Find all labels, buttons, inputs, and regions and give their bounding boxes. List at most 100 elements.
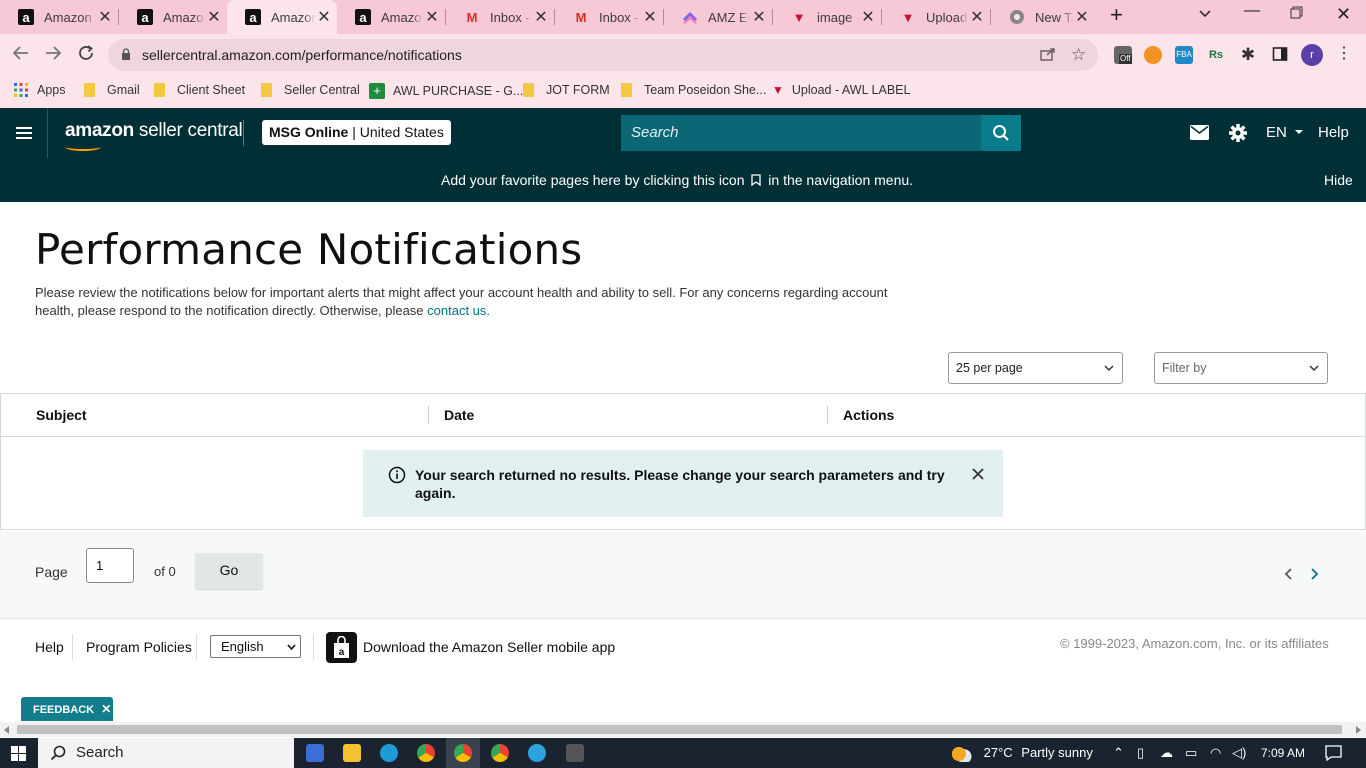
scroll-right-icon[interactable] — [1356, 726, 1362, 734]
program-policies-link[interactable]: Program Policies — [86, 639, 192, 655]
hamburger-menu-button[interactable] — [0, 108, 48, 158]
back-icon[interactable] — [12, 44, 30, 68]
tab-close-icon[interactable]: ✕ — [1073, 7, 1091, 27]
tab-search-chevron-icon[interactable] — [1198, 6, 1212, 25]
tab-close-icon[interactable]: ✕ — [968, 7, 986, 27]
footer-help-link[interactable]: Help — [35, 639, 64, 655]
chrome-profile-icon[interactable] — [454, 744, 472, 762]
bookmark-label: Upload - AWL LABEL — [791, 83, 911, 97]
bookmark-seller-central[interactable]: Seller Central — [261, 83, 360, 97]
bookmark-client-sheet[interactable]: Client Sheet — [154, 83, 245, 97]
close-window-icon[interactable]: ✕ — [1336, 4, 1351, 25]
horizontal-scrollbar[interactable] — [0, 722, 1366, 737]
onedrive-cloud-icon[interactable]: ☁ — [1160, 738, 1173, 768]
go-button[interactable]: Go — [195, 553, 263, 589]
task-view-icon[interactable] — [306, 744, 324, 762]
settings-gear-icon[interactable] — [1228, 108, 1248, 158]
browser-tab[interactable]: ▼ image - ✕ — [773, 0, 881, 34]
browser-tab[interactable]: a Amazon ✕ — [337, 0, 445, 34]
puzzle-extensions-icon[interactable]: ✱ — [1239, 46, 1257, 64]
battery-icon[interactable]: ▭ — [1185, 738, 1197, 768]
windows-start-icon[interactable] — [11, 746, 26, 761]
page-number-input[interactable]: 1 — [86, 548, 134, 583]
close-icon[interactable]: ✕ — [101, 702, 111, 716]
address-bar[interactable]: sellercentral.amazon.com/performance/not… — [108, 39, 1098, 71]
chrome-icon[interactable] — [417, 744, 435, 762]
tray-chevron-icon[interactable]: ⌃ — [1113, 738, 1124, 768]
browser-tab[interactable]: New Tab ✕ — [991, 0, 1095, 34]
side-panel-icon[interactable] — [1271, 46, 1289, 64]
chevron-down-icon — [287, 644, 296, 651]
bookmark-jot-form[interactable]: JOT FORM — [523, 83, 610, 97]
new-tab-icon[interactable]: + — [1110, 2, 1123, 28]
previous-page-icon[interactable] — [1284, 568, 1294, 580]
tab-close-icon[interactable]: ✕ — [315, 7, 333, 27]
profile-avatar[interactable]: r — [1301, 44, 1323, 66]
tab-close-icon[interactable]: ✕ — [205, 7, 223, 27]
extension-off-icon[interactable]: Off — [1114, 46, 1132, 64]
close-alert-icon[interactable] — [972, 468, 984, 480]
taskbar-search-box[interactable]: Search — [38, 738, 294, 768]
browser-tab[interactable]: a Amazon ✕ — [119, 0, 227, 34]
browser-tab[interactable]: ▼ Upload ✕ — [882, 0, 990, 34]
search-button[interactable] — [981, 115, 1021, 151]
hide-banner-button[interactable]: Hide — [1324, 172, 1353, 188]
forward-icon[interactable] — [44, 44, 62, 68]
browser-tab-active[interactable]: a Amazon ✕ — [227, 0, 337, 34]
chrome-menu-icon[interactable]: ⋮ — [1335, 46, 1353, 64]
lock-icon[interactable] — [121, 48, 131, 60]
calculator-icon[interactable] — [566, 744, 584, 762]
extension-rs-icon[interactable]: Rs — [1207, 46, 1225, 64]
chrome-profile-icon[interactable] — [491, 744, 509, 762]
per-page-select[interactable]: 25 per page — [948, 352, 1123, 384]
bookmark-star-icon[interactable]: ☆ — [1071, 45, 1086, 65]
scroll-left-icon[interactable] — [4, 726, 10, 734]
column-header-date[interactable]: Date — [444, 407, 474, 423]
bookmark-gmail[interactable]: Gmail — [84, 83, 140, 97]
bookmark-team-poseidon[interactable]: Team Poseidon She... — [621, 83, 766, 97]
file-explorer-icon[interactable] — [343, 744, 361, 762]
reload-icon[interactable] — [77, 44, 95, 68]
browser-tab[interactable]: a Amazon ✕ — [0, 0, 118, 34]
scrollbar-thumb[interactable] — [17, 725, 1342, 734]
wifi-icon[interactable]: ◠ — [1210, 738, 1221, 768]
tab-close-icon[interactable]: ✕ — [532, 7, 550, 27]
restore-icon[interactable] — [1290, 6, 1303, 24]
tab-close-icon[interactable]: ✕ — [96, 7, 114, 27]
seller-central-logo[interactable]: amazon seller central — [65, 120, 243, 151]
tab-close-icon[interactable]: ✕ — [641, 7, 659, 27]
column-header-subject[interactable]: Subject — [36, 407, 87, 423]
bookmark-apps[interactable]: Apps — [14, 83, 66, 97]
clock[interactable]: 7:09 AM — [1261, 738, 1305, 768]
extension-fba-icon[interactable]: FBA — [1175, 46, 1193, 64]
filter-by-select[interactable]: Filter by — [1154, 352, 1328, 384]
bookmark-upload-awl-label[interactable]: ▼ Upload - AWL LABEL — [772, 83, 910, 97]
download-app-link[interactable]: Download the Amazon Seller mobile app — [363, 639, 615, 655]
edge-icon[interactable] — [380, 744, 398, 762]
seller-app-icon[interactable]: a — [326, 632, 357, 663]
feedback-button[interactable]: FEEDBACK ✕ — [21, 697, 113, 721]
minimize-icon[interactable]: — — [1244, 2, 1260, 20]
notifications-icon[interactable] — [1325, 738, 1342, 768]
extension-orange-icon[interactable] — [1144, 46, 1162, 64]
tray-device-icon[interactable]: ▯ — [1137, 738, 1144, 768]
language-selector[interactable]: EN — [1266, 108, 1304, 158]
seller-search-input[interactable]: Search — [621, 115, 981, 151]
browser-tab[interactable]: M Inbox - a ✕ — [446, 0, 554, 34]
telegram-icon[interactable] — [528, 744, 546, 762]
share-icon[interactable] — [1040, 46, 1056, 67]
mail-icon[interactable] — [1190, 108, 1209, 158]
tab-close-icon[interactable]: ✕ — [423, 7, 441, 27]
browser-tab[interactable]: M Inbox - r ✕ — [555, 0, 663, 34]
bookmark-awl-purchase[interactable]: + AWL PURCHASE - G... — [369, 83, 523, 99]
tab-close-icon[interactable]: ✕ — [859, 7, 877, 27]
weather-widget[interactable]: 27°C Partly sunny — [950, 738, 1093, 768]
tab-close-icon[interactable]: ✕ — [750, 7, 768, 27]
footer-language-select[interactable]: English — [210, 635, 301, 658]
next-page-icon[interactable] — [1309, 568, 1319, 580]
contact-us-link[interactable]: contact us. — [427, 303, 490, 318]
help-link[interactable]: Help — [1318, 108, 1349, 158]
account-switcher[interactable]: MSG Online | United States — [262, 120, 451, 145]
volume-icon[interactable]: ◁) — [1232, 738, 1246, 768]
browser-tab[interactable]: AMZ EC ✕ — [664, 0, 772, 34]
